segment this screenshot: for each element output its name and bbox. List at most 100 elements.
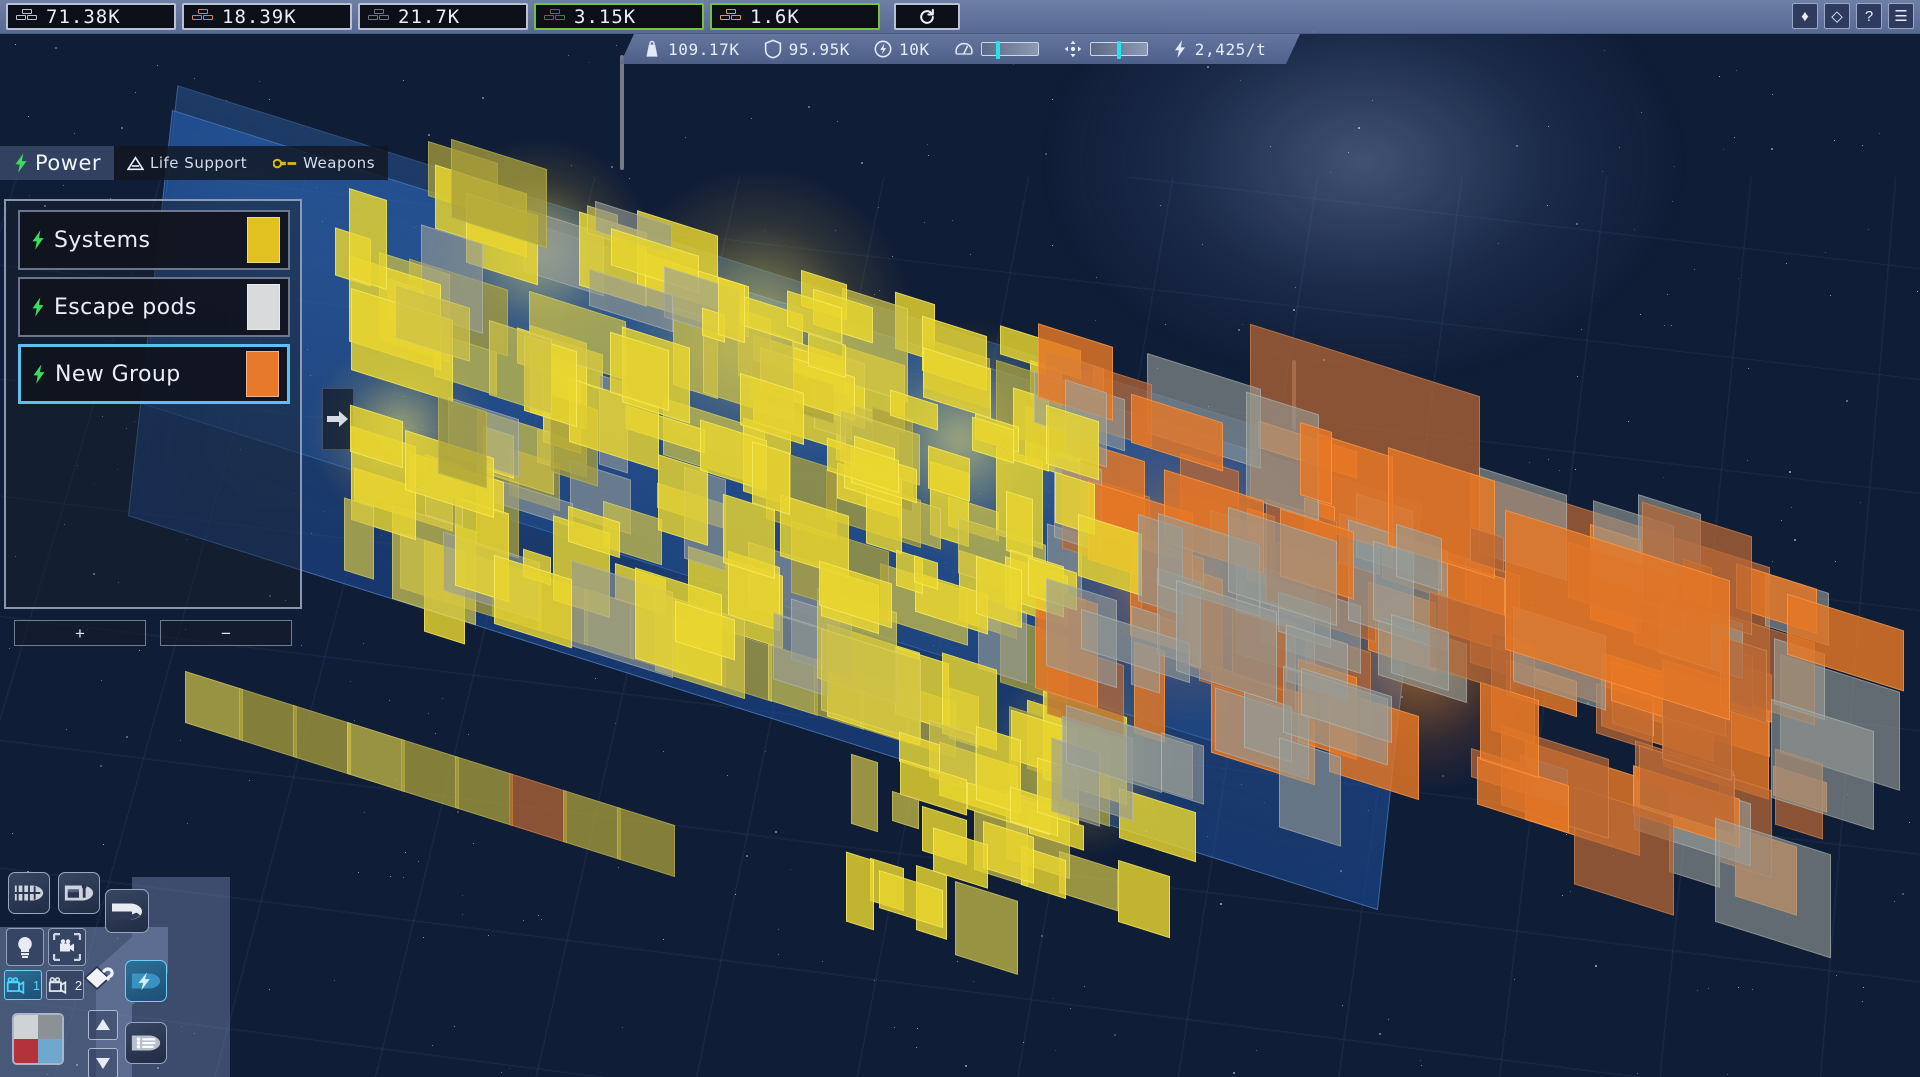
tab-power[interactable]: Power (0, 146, 114, 180)
color-quadrant-2[interactable] (38, 1015, 62, 1039)
arrow-up-icon (96, 1019, 110, 1030)
layers-icon-glyph: ◇ (1831, 7, 1843, 25)
weight-icon (643, 40, 661, 59)
tool-power-ship[interactable] (125, 960, 167, 1002)
group-escape-pods[interactable]: Escape pods (18, 277, 290, 337)
layers-icon[interactable]: ◇ (1824, 3, 1850, 29)
arrow-right-icon (327, 411, 348, 427)
resource-gold-value: 1.6K (750, 5, 800, 28)
resource-metal[interactable]: 71.38K (6, 3, 176, 30)
help-icon[interactable]: ? (1856, 3, 1882, 29)
tab-life-support[interactable]: Life Support (114, 146, 261, 180)
ingot-stack-icon (368, 9, 390, 24)
resource-dark[interactable]: 21.7K (358, 3, 528, 30)
move-arrows-icon (1063, 39, 1083, 59)
color-quadrant-4[interactable] (38, 1039, 62, 1063)
ingot-stack-icon (544, 9, 566, 24)
camera-frame-icon (53, 933, 81, 961)
bolt-icon (30, 296, 46, 318)
crystals-icon[interactable]: ♦ (1792, 3, 1818, 29)
ingot-stack-icon (192, 9, 214, 24)
color-quadrant-1[interactable] (14, 1015, 38, 1039)
shield-stat: 95.95K (755, 39, 859, 59)
gun-icon (273, 157, 297, 170)
camera-icon (48, 977, 67, 994)
group-new-group-color[interactable] (246, 351, 279, 397)
menu-icon-glyph: ☰ (1894, 7, 1908, 25)
tab-life-support-label: Life Support (150, 154, 248, 172)
power-stat: 10K (865, 39, 939, 59)
mass-stat: 109.17K (634, 40, 749, 59)
tool-lights[interactable] (6, 928, 44, 966)
camera-preset-2[interactable]: 2 (46, 970, 84, 1000)
ingot-stack-icon (16, 9, 38, 24)
camera-preset-2-label: 2 (74, 977, 83, 993)
system-tabs: Power Life Support Weapons (0, 146, 389, 180)
camera-preset-1-label: 1 (32, 977, 41, 993)
list-ship-icon (131, 1035, 161, 1051)
bottom-toolbar: Paint Mode 1 2 (0, 862, 230, 1077)
resource-gold[interactable]: 1.6K (710, 3, 880, 30)
thrust-slider[interactable] (1054, 39, 1157, 59)
tool-measure[interactable] (8, 872, 50, 914)
tab-weapons-label: Weapons (303, 154, 376, 172)
group-list: Systems Escape pods New Group (6, 201, 300, 404)
deck-up[interactable] (88, 1010, 118, 1040)
group-new-group[interactable]: New Group (18, 344, 290, 404)
top-right-icons: ♦ ◇? ☰ (1792, 3, 1914, 29)
remove-group-button[interactable]: − (160, 620, 292, 646)
power-rate-value: 2,425/t (1194, 39, 1267, 59)
resource-copper-value: 18.39K (222, 5, 297, 28)
tool-furniture[interactable] (58, 872, 100, 914)
power-rate: 2,425/t (1163, 39, 1276, 59)
shield-icon (764, 39, 782, 59)
bolt-icon (31, 363, 47, 385)
bolt-icon (30, 229, 46, 251)
arrow-down-icon (96, 1058, 110, 1069)
group-systems-color[interactable] (247, 217, 280, 263)
ruler-ship-icon (14, 885, 44, 901)
help-icon-glyph: ? (1864, 7, 1874, 25)
lightbulb-icon (18, 937, 32, 958)
camera-preset-1[interactable]: 1 (4, 970, 42, 1000)
furniture-ship-icon (64, 883, 94, 901)
speed-slider[interactable] (945, 39, 1048, 59)
mass-value: 109.17K (668, 39, 740, 59)
add-group-button[interactable]: + (14, 620, 146, 646)
power-value: 10K (899, 39, 930, 59)
resource-copper[interactable]: 18.39K (182, 3, 352, 30)
group-escape-pods-color[interactable] (247, 284, 280, 330)
resource-metal-value: 71.38K (46, 5, 121, 28)
tool-list-ship[interactable] (125, 1022, 167, 1064)
menu-icon[interactable]: ☰ (1888, 3, 1914, 29)
power-groups-panel: Systems Escape pods New Group (4, 199, 302, 609)
paint-bucket-icon (83, 965, 114, 991)
ingot-stack-icon (720, 9, 742, 24)
paint-ship-icon (112, 903, 142, 919)
tool-paint-mode[interactable] (105, 889, 149, 933)
group-new-group-label: New Group (55, 361, 181, 387)
camera-icon (6, 977, 25, 994)
bolt-ship-icon (131, 972, 161, 991)
bolt-icon (13, 152, 29, 174)
speedometer-icon (954, 39, 974, 59)
bolt-icon (874, 39, 892, 59)
top-resource-bar: 71.38K 18.39K 21.7K 3.15K 1.6K ♦ ◇? ☰ (0, 0, 1920, 34)
shield-value: 95.95K (788, 39, 851, 59)
color-quadrant-3[interactable] (14, 1039, 38, 1063)
group-systems[interactable]: Systems (18, 210, 290, 270)
refresh-button[interactable] (894, 3, 960, 30)
group-systems-label: Systems (54, 227, 151, 253)
resource-list: 71.38K 18.39K 21.7K 3.15K 1.6K (6, 3, 880, 30)
group-add-remove-buttons: + − (14, 620, 292, 646)
thrust-meter[interactable] (1090, 42, 1148, 56)
resource-green-value: 3.15K (574, 5, 637, 28)
resource-green[interactable]: 3.15K (534, 3, 704, 30)
refresh-icon (920, 8, 934, 24)
speed-meter[interactable] (981, 42, 1039, 56)
ship-stats-bar: 109.17K 95.95K 10K 2,425/t (620, 34, 1300, 64)
crystals-icon-glyph: ♦ (1801, 7, 1809, 25)
deck-down[interactable] (88, 1048, 118, 1077)
color-swatch[interactable] (12, 1013, 64, 1065)
tab-weapons[interactable]: Weapons (260, 146, 389, 180)
